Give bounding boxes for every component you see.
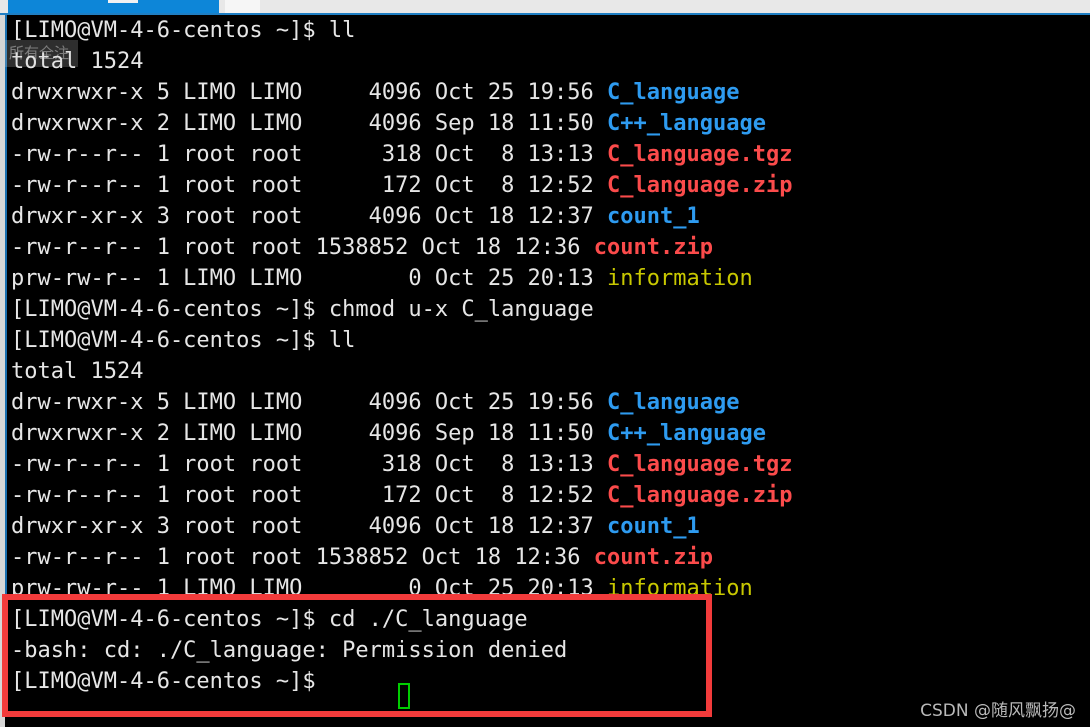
- terminal-line: prw-rw-r-- 1 LIMO LIMO 0 Oct 25 20:13 in…: [11, 573, 753, 604]
- terminal-line: -rw-r--r-- 1 root root 318 Oct 8 13:13 C…: [11, 449, 792, 480]
- terminal-text-segment: drwxr-xr-x 3 root root 4096 Oct 18 12:37: [11, 204, 608, 229]
- terminal-text-segment: C_language.zip: [607, 483, 793, 508]
- terminal-line: drwxrwxr-x 2 LIMO LIMO 4096 Sep 18 11:50…: [11, 418, 766, 449]
- terminal-text-segment: information: [607, 266, 753, 291]
- terminal-text-segment: C_language: [607, 80, 740, 105]
- terminal-line: drwxrwxr-x 2 LIMO LIMO 4096 Sep 18 11:50…: [11, 108, 766, 139]
- terminal-line: -bash: cd: ./C_language: Permission deni…: [11, 635, 567, 666]
- terminal-text-segment: -rw-r--r-- 1 root root 172 Oct 8 12:52: [11, 483, 608, 508]
- terminal-text-segment: [LIMO@VM-4-6-centos ~]$ cd ./C_language: [11, 607, 528, 632]
- window-tab-strip: [0, 0, 1090, 15]
- terminal-text-segment: [LIMO@VM-4-6-centos ~]$ chmod u-x C_lang…: [11, 297, 594, 322]
- terminal-line: [LIMO@VM-4-6-centos ~]$ cd ./C_language: [11, 604, 528, 635]
- terminal-line: -rw-r--r-- 1 root root 1538852 Oct 18 12…: [11, 542, 713, 573]
- terminal-text-segment: -rw-r--r-- 1 root root 318 Oct 8 13:13: [11, 452, 608, 477]
- terminal-text-segment: drw-rwxr-x 5 LIMO LIMO 4096 Oct 25 19:56: [11, 390, 608, 415]
- terminal-line: drwxr-xr-x 3 root root 4096 Oct 18 12:37…: [11, 201, 700, 232]
- tab-notch: [108, 0, 138, 3]
- terminal-line: -rw-r--r-- 1 root root 1538852 Oct 18 12…: [11, 232, 713, 263]
- terminal-line: [LIMO@VM-4-6-centos ~]$: [11, 666, 329, 697]
- terminal-text-segment: prw-rw-r-- 1 LIMO LIMO 0 Oct 25 20:13: [11, 266, 608, 291]
- terminal-text-segment: count_1: [607, 514, 700, 539]
- terminal-text-segment: count_1: [607, 204, 700, 229]
- terminal-text-segment: information: [607, 576, 753, 601]
- terminal-text-segment: C_language.tgz: [607, 142, 793, 167]
- terminal-line: drwxrwxr-x 5 LIMO LIMO 4096 Oct 25 19:56…: [11, 77, 739, 108]
- terminal-text-segment: total 1524: [11, 359, 144, 384]
- terminal-text-segment: drwxr-xr-x 3 root root 4096 Oct 18 12:37: [11, 514, 608, 539]
- terminal-text-segment: [LIMO@VM-4-6-centos ~]$ ll: [11, 328, 356, 353]
- terminal-text-segment: drwxrwxr-x 2 LIMO LIMO 4096 Sep 18 11:50: [11, 421, 608, 446]
- terminal-text-segment: -bash: cd: ./C_language: Permission deni…: [11, 638, 568, 663]
- terminal-line: prw-rw-r-- 1 LIMO LIMO 0 Oct 25 20:13 in…: [11, 263, 753, 294]
- terminal-text-segment: C++_language: [607, 111, 766, 136]
- watermark-top-left: 所有全注: [0, 40, 78, 67]
- terminal-text-segment: -rw-r--r-- 1 root root 1538852 Oct 18 12…: [11, 545, 594, 570]
- terminal-text-segment: C++_language: [607, 421, 766, 446]
- terminal-text-segment: [LIMO@VM-4-6-centos ~]$: [11, 669, 329, 694]
- terminal-window: [LIMO@VM-4-6-centos ~]$ ll total 1524 drwx…: [0, 0, 1090, 727]
- terminal-line: [LIMO@VM-4-6-centos ~]$ chmod u-x C_lang…: [11, 294, 594, 325]
- terminal-line: total 1524: [11, 356, 143, 387]
- terminal-text-segment: C_language.zip: [607, 173, 793, 198]
- terminal-line: -rw-r--r-- 1 root root 172 Oct 8 12:52 C…: [11, 170, 792, 201]
- terminal-text-segment: C_language.tgz: [607, 452, 793, 477]
- terminal-text-segment: -rw-r--r-- 1 root root 1538852 Oct 18 12…: [11, 235, 594, 260]
- terminal-text-segment: -rw-r--r-- 1 root root 318 Oct 8 13:13: [11, 142, 608, 167]
- terminal-text-segment: drwxrwxr-x 5 LIMO LIMO 4096 Oct 25 19:56: [11, 80, 608, 105]
- terminal-text-segment: drwxrwxr-x 2 LIMO LIMO 4096 Sep 18 11:50: [11, 111, 608, 136]
- terminal-line: -rw-r--r-- 1 root root 172 Oct 8 12:52 C…: [11, 480, 792, 511]
- watermark-bottom-right: CSDN @随风飘扬@: [920, 701, 1076, 721]
- terminal-line: drwxr-xr-x 3 root root 4096 Oct 18 12:37…: [11, 511, 700, 542]
- terminal-line: -rw-r--r-- 1 root root 318 Oct 8 13:13 C…: [11, 139, 792, 170]
- terminal-text-segment: count.zip: [593, 235, 714, 260]
- terminal-line: [LIMO@VM-4-6-centos ~]$ ll: [11, 325, 355, 356]
- terminal-text-segment: prw-rw-r-- 1 LIMO LIMO 0 Oct 25 20:13: [11, 576, 608, 601]
- terminal-text-segment: -rw-r--r-- 1 root root 172 Oct 8 12:52: [11, 173, 608, 198]
- terminal-text-segment: C_language: [607, 390, 740, 415]
- terminal-line: drw-rwxr-x 5 LIMO LIMO 4096 Oct 25 19:56…: [11, 387, 739, 418]
- text-cursor: [398, 683, 410, 709]
- terminal-output[interactable]: [LIMO@VM-4-6-centos ~]$ ll total 1524 drwx…: [7, 15, 1090, 727]
- terminal-text-segment: count.zip: [593, 545, 714, 570]
